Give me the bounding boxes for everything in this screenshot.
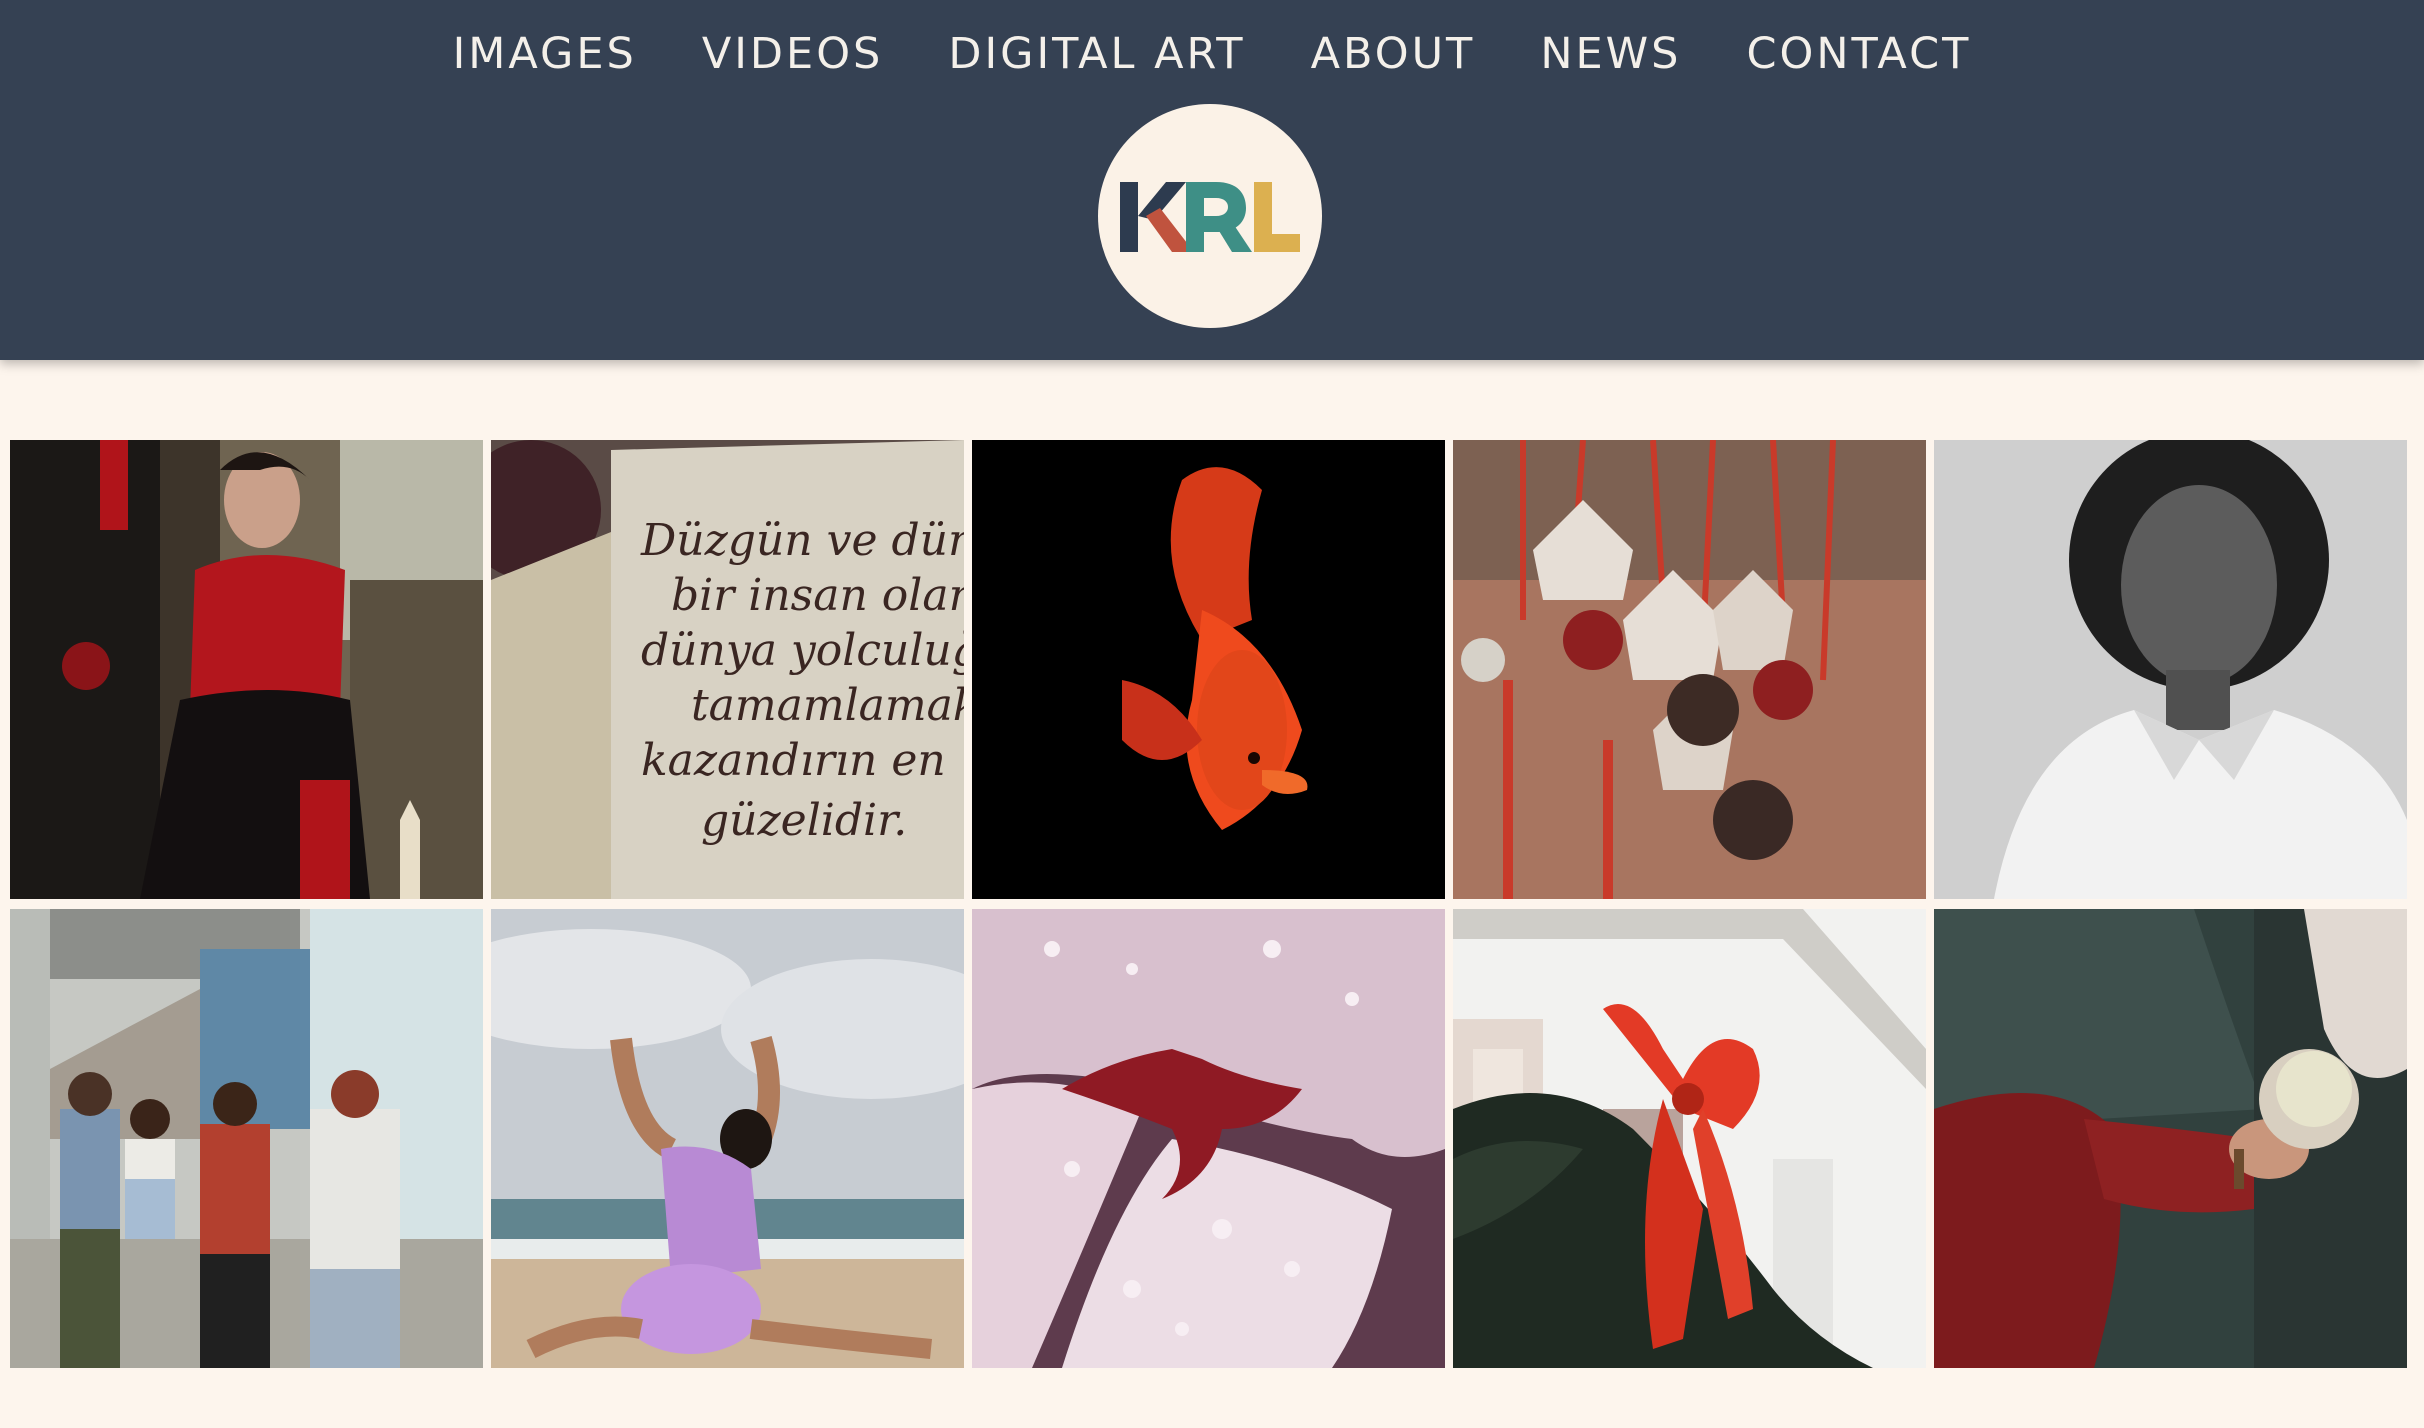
gallery-tile-flower-dewdrops[interactable]	[972, 909, 1445, 1368]
photo-woman-red-dress	[10, 440, 483, 899]
gallery-tile-calligraphy-note[interactable]: Düzgün ve dürüst bir insan olarak dünya …	[491, 440, 964, 899]
calligraphy-line-2: bir insan olarak	[671, 570, 964, 621]
nav-about[interactable]: ABOUT	[1311, 22, 1476, 86]
photo-calligraphy-note: Düzgün ve dürüst bir insan olarak dünya …	[491, 440, 964, 899]
image-gallery: Düzgün ve dürüst bir insan olarak dünya …	[10, 440, 2410, 1368]
photo-christmas-birdhouse-ornaments	[1453, 440, 1926, 899]
nav-contact[interactable]: CONTACT	[1746, 22, 1971, 86]
gallery-tile-woman-red-dress[interactable]	[10, 440, 483, 899]
photo-beach-dancer	[491, 909, 964, 1368]
photo-red-betta-fish	[972, 440, 1445, 899]
gallery-tile-bw-woman-portrait[interactable]	[1934, 440, 2407, 899]
photo-christmas-bow-garland	[1453, 909, 1926, 1368]
photo-red-sleeve-cup	[1934, 909, 2407, 1368]
calligraphy-line-4: tamamlamak	[691, 680, 964, 731]
gallery-tile-red-sleeve-cup[interactable]	[1934, 909, 2407, 1368]
site-header: IMAGES VIDEOS DIGITAL ART ABOUT NEWS CON…	[0, 0, 2424, 360]
nav-videos[interactable]: VIDEOS	[702, 22, 884, 86]
gallery-tile-beach-dancer[interactable]	[491, 909, 964, 1368]
calligraphy-line-3: dünya yolculuğunu	[641, 625, 964, 676]
nav-images[interactable]: IMAGES	[453, 22, 637, 86]
krl-logo[interactable]	[1098, 104, 1322, 328]
photo-bw-woman-portrait	[1934, 440, 2407, 899]
calligraphy-line-5: kazandırın en	[641, 735, 946, 786]
gallery-tile-red-betta-fish[interactable]	[972, 440, 1445, 899]
nav-news[interactable]: NEWS	[1540, 22, 1681, 86]
nav-digital-art[interactable]: DIGITAL ART	[948, 22, 1245, 86]
photo-group-streetwear	[10, 909, 483, 1368]
gallery-tile-group-streetwear[interactable]	[10, 909, 483, 1368]
krl-logo-mark	[1120, 182, 1300, 252]
gallery-tile-christmas-bow-garland[interactable]	[1453, 909, 1926, 1368]
calligraphy-line-6: güzelidir.	[701, 795, 907, 846]
main-nav: IMAGES VIDEOS DIGITAL ART ABOUT NEWS CON…	[0, 22, 2424, 86]
photo-flower-dewdrops	[972, 909, 1445, 1368]
gallery-tile-christmas-birdhouse-ornaments[interactable]	[1453, 440, 1926, 899]
calligraphy-line-1: Düzgün ve dürüst	[640, 515, 964, 566]
